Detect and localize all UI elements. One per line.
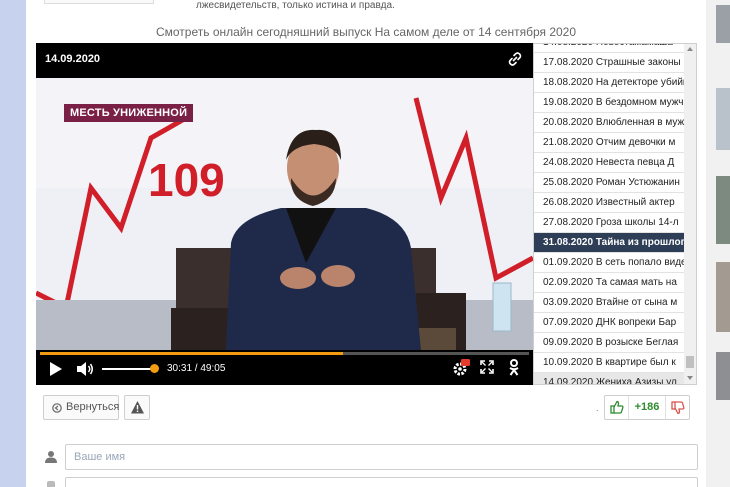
playlist-item[interactable]: 19.08.2020 В бездомном мужчине	[534, 93, 684, 113]
playlist-item[interactable]: 02.09.2020 Та самая мать на	[534, 273, 684, 293]
scroll-up-arrow-icon[interactable]	[687, 47, 693, 51]
user-icon	[45, 451, 57, 463]
odnoklassniki-icon[interactable]	[508, 359, 520, 376]
left-sidebar-strip	[0, 0, 26, 487]
email-icon	[47, 481, 55, 487]
playlist-item[interactable]: 25.08.2020 Роман Устюжанин	[534, 173, 684, 193]
playlist-item[interactable]: 03.09.2020 Втайне от сына м	[534, 293, 684, 313]
playlist-item[interactable]: 21.08.2020 Отчим девочки м	[534, 133, 684, 153]
playlist-item[interactable]: 09.09.2020 В розыске Беглая	[534, 333, 684, 353]
sidebar-thumbnail[interactable]	[716, 176, 730, 244]
playback-time: 30:31 / 49:05	[167, 363, 226, 374]
top-box	[44, 0, 154, 4]
sidebar-thumbnail[interactable]	[716, 262, 730, 332]
report-button[interactable]	[124, 395, 150, 420]
seek-bar[interactable]	[40, 352, 529, 355]
video-date-label: 14.09.2020	[45, 53, 101, 65]
name-input[interactable]	[65, 444, 698, 470]
page-title: Смотреть онлайн сегодняшний выпуск На са…	[155, 25, 577, 39]
description-snippet: лжесвидетельств, только истина и правда.	[196, 0, 395, 11]
warning-icon	[131, 401, 144, 414]
page: лжесвидетельств, только истина и правда.…	[0, 0, 730, 487]
playlist-item[interactable]: 17.08.2020 Страшные законы	[534, 53, 684, 73]
thumbs-up-icon	[610, 400, 624, 414]
volume-slider-handle[interactable]	[150, 364, 159, 373]
fullscreen-icon[interactable]	[480, 360, 494, 374]
volume-slider[interactable]	[102, 368, 154, 370]
vote-separator: .	[596, 403, 599, 413]
link-icon[interactable]	[507, 51, 523, 67]
vote-count: +186	[634, 401, 660, 413]
sidebar-thumbnail[interactable]	[716, 352, 730, 400]
sidebar-thumbnail[interactable]	[716, 5, 730, 43]
back-button-label: Вернуться	[66, 401, 120, 413]
studio-number: 109	[148, 154, 225, 206]
playlist-item[interactable]: 14.08.2020 Невестамамаша	[534, 44, 684, 53]
back-circle-icon	[52, 403, 62, 413]
playlist-item[interactable]: 01.09.2020 В сеть попало видео	[534, 253, 684, 273]
seek-bar-progress	[40, 352, 344, 355]
playlist-scroll-thumb[interactable]	[686, 356, 694, 368]
playlist-item[interactable]: 07.09.2020 ДНК вопреки Бар	[534, 313, 684, 333]
vote-widget: +186	[604, 395, 690, 420]
scroll-down-arrow-icon[interactable]	[687, 376, 693, 380]
sidebar-thumbnail[interactable]	[716, 88, 730, 150]
playlist-item[interactable]: 26.08.2020 Известный актер	[534, 193, 684, 213]
video-player[interactable]: 109 14.09.2020 МЕСТЬ УНИЖЕННОЙ 30:31 / 4…	[36, 43, 533, 385]
player-controls: 30:31 / 49:05	[36, 350, 533, 385]
back-button[interactable]: Вернуться	[43, 395, 119, 420]
playlist-item[interactable]: 24.08.2020 Невеста певца Д	[534, 153, 684, 173]
dislike-button[interactable]	[665, 396, 690, 419]
like-button[interactable]	[605, 396, 629, 419]
playlist-scrollbar[interactable]	[683, 44, 696, 384]
comment-name-row	[36, 444, 698, 470]
show-caption: МЕСТЬ УНИЖЕННОЙ	[64, 104, 194, 122]
episode-playlist[interactable]: 14.08.2020 Невестамамаша17.08.2020 Страш…	[533, 43, 697, 385]
thumbs-down-icon	[671, 401, 685, 415]
settings-hd-icon[interactable]	[452, 359, 470, 377]
playlist-item[interactable]: 14.09.2020 Жениха Азизы ул	[534, 373, 684, 384]
playlist-item[interactable]: 10.09.2020 В квартире был к	[534, 353, 684, 373]
playlist-item[interactable]: 27.08.2020 Гроза школы 14-л	[534, 213, 684, 233]
playlist-item[interactable]: 18.08.2020 На детекторе убийца	[534, 73, 684, 93]
playlist-item[interactable]: 20.08.2020 Влюбленная в мужа	[534, 113, 684, 133]
second-comment-field[interactable]	[65, 477, 698, 487]
playlist-item[interactable]: 31.08.2020 Тайна из прошлого	[534, 233, 684, 253]
volume-icon[interactable]	[76, 361, 94, 377]
play-icon[interactable]	[49, 361, 63, 377]
